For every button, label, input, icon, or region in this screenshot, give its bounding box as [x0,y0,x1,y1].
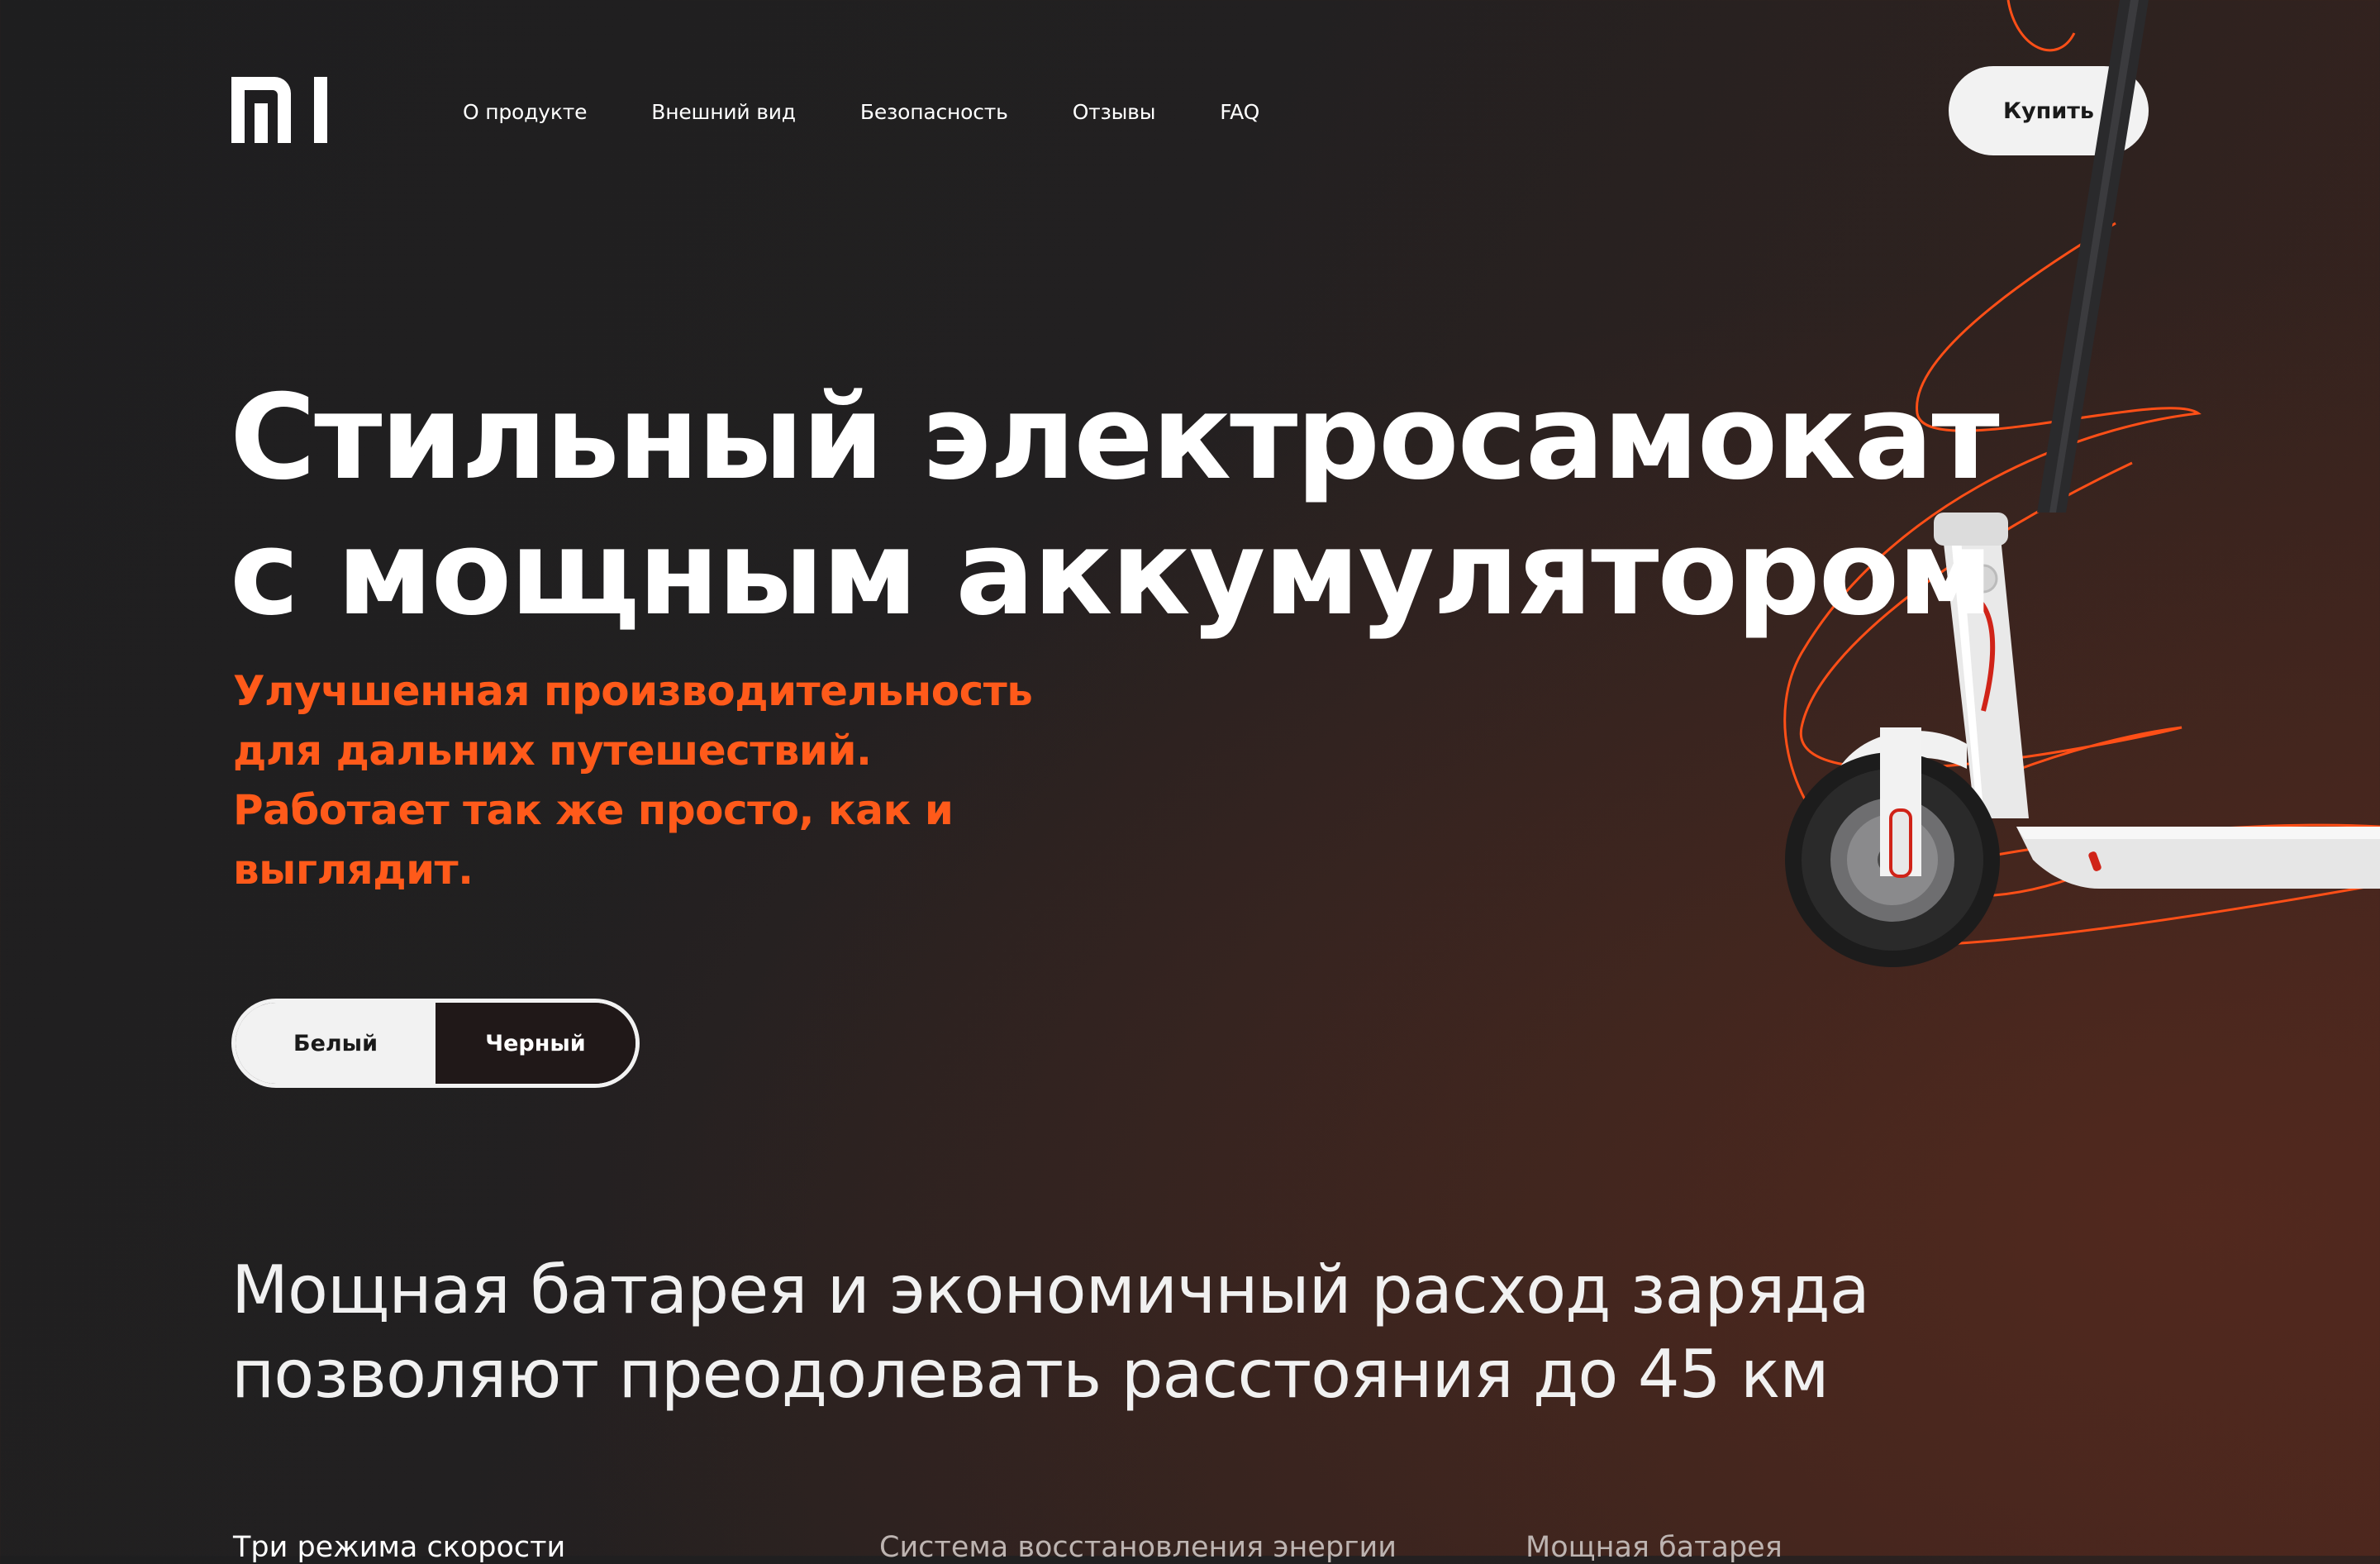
hero-title: Стильный электросамокат с мощным аккумул… [230,370,2000,641]
main-nav: О продукте Внешний вид Безопасность Отзы… [463,93,1259,132]
mi-logo[interactable] [231,77,331,143]
nav-link-faq[interactable]: FAQ [1220,93,1259,132]
battery-section-title-line-2: позволяют преодолевать расстояния до 45 … [231,1336,1830,1413]
hero-title-line-1: Стильный электросамокат [230,370,2000,506]
color-option-white[interactable]: Белый [236,1003,436,1084]
feature-energy-recovery: Система восстановления энергии [879,1531,1397,1564]
hero-subtitle-line-1: Улучшенная производительность [233,667,1033,715]
hero-subtitle-line-3: Работает так же просто, как и [233,786,954,834]
hero-subtitle-line-4: выглядит. [233,846,474,894]
nav-link-reviews[interactable]: Отзывы [1073,93,1156,132]
color-toggle: Белый Черный [231,999,640,1088]
nav-link-safety[interactable]: Безопасность [860,93,1008,132]
hero-subtitle: Улучшенная производительность для дальни… [233,661,1059,899]
nav-link-appearance[interactable]: Внешний вид [651,93,796,132]
feature-battery: Мощная батарея [1526,1531,1783,1564]
nav-link-about[interactable]: О продукте [463,93,587,132]
battery-section-title: Мощная батарея и экономичный расход заря… [231,1248,2132,1417]
features-row: Три режима скорости Система восстановлен… [0,1531,2380,1564]
battery-section-title-line-1: Мощная батарея и экономичный расход заря… [231,1252,1870,1328]
color-option-black[interactable]: Черный [436,1003,635,1084]
hero-subtitle-line-2: для дальних путешествий. [233,727,872,775]
hero-title-line-2: с мощным аккумулятором [230,505,1993,641]
feature-speed-modes: Три режима скорости [233,1531,566,1564]
